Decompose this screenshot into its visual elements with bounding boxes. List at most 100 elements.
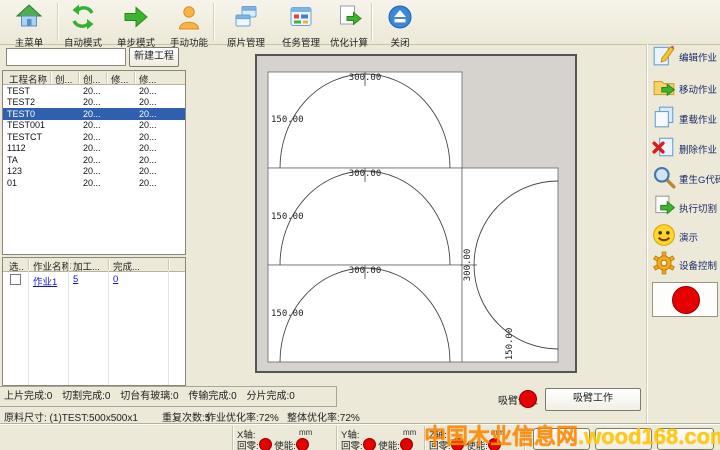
axis-enable-label: 使能:	[466, 441, 488, 450]
sheet-manage-button[interactable]: 原片管理	[218, 2, 274, 43]
dim-height-label: 150.00	[271, 212, 304, 222]
status-item: 分片完成:0	[247, 391, 295, 402]
dim-height-label: 150.00	[505, 328, 515, 361]
axis-unit-label: mm	[403, 428, 416, 437]
col-header: 创...	[55, 72, 72, 86]
project-name-input[interactable]	[6, 48, 126, 66]
project-row[interactable]: TEST00120...20...	[3, 120, 185, 132]
job-processed-link[interactable]: 5	[73, 274, 78, 285]
sidebar-label: 编辑作业	[679, 50, 717, 64]
col-header: 完成...	[113, 259, 140, 273]
dim-height-label: 150.00	[271, 115, 304, 125]
sidebar-label: 执行切割	[679, 201, 717, 215]
sidebar-label: 重生G代码	[679, 172, 720, 186]
eject-icon	[387, 4, 413, 30]
manual-function-button[interactable]: 手动功能	[161, 2, 217, 43]
windows-icon	[233, 4, 259, 30]
sidebar-delete-job-button[interactable]: 删除作业	[652, 133, 720, 163]
sidebar-label: 重载作业	[679, 112, 717, 126]
project-row[interactable]: 0120...20...	[3, 177, 185, 189]
grid-icon	[288, 4, 314, 30]
project-row[interactable]: TESTCT20...20...	[3, 131, 185, 143]
axis-home-label: 回零:	[341, 441, 363, 450]
document-arrow-icon	[652, 194, 676, 218]
y-home-indicator	[363, 438, 376, 450]
toolbar-label: 优化计算	[321, 35, 377, 49]
toolbar-label: 原片管理	[218, 35, 274, 49]
axis-home-label: 回零:	[237, 441, 259, 450]
sidebar-label: 移动作业	[679, 82, 717, 96]
optimize-calc-button[interactable]: 优化计算	[321, 2, 377, 43]
control-button-3[interactable]	[657, 428, 714, 450]
sidebar-label: 设备控制	[679, 258, 717, 272]
magnifier-icon	[652, 165, 676, 189]
job-name-link[interactable]: 作业1	[33, 274, 57, 288]
auto-mode-button[interactable]: 自动模式	[55, 2, 111, 43]
dim-height-label: 150.00	[271, 309, 304, 319]
main-toolbar: 主菜单 自动模式 单步模式 手动功能 原片管理	[0, 0, 720, 45]
copy-documents-icon	[652, 105, 676, 129]
sidebar-label: 演示	[679, 230, 698, 244]
z-axis-status: Z轴: mm 回零: 使能:	[429, 426, 525, 450]
project-row[interactable]: TA20...20...	[3, 154, 185, 166]
project-table: 工程名称 创... 创... 修... 修... TEST20...20... …	[2, 70, 186, 255]
col-header: 修...	[139, 72, 156, 86]
status-item: 切台有玻璃:0	[120, 391, 178, 402]
sidebar-demo-button[interactable]: 演示	[652, 221, 720, 251]
sidebar-edit-job-button[interactable]: 编辑作业	[652, 41, 720, 71]
step-mode-button[interactable]: 单步模式	[108, 2, 164, 43]
cutting-layout-canvas: 300.00 300.00 300.00 150.00 150.00 150.0…	[255, 54, 577, 373]
edit-pencil-icon	[652, 43, 676, 67]
axis-unit-label: mm	[299, 428, 312, 437]
repeat-count-label: 重复次数:5	[162, 409, 210, 424]
col-header: 创...	[83, 72, 100, 86]
folder-arrow-icon	[652, 75, 676, 99]
dim-width-label: 300.00	[463, 249, 473, 282]
axis-enable-label: 使能:	[378, 441, 400, 450]
main-menu-button[interactable]: 主菜单	[1, 2, 57, 43]
x-enable-indicator	[296, 438, 309, 450]
project-row[interactable]: 12320...20...	[3, 166, 185, 178]
control-button-1[interactable]	[533, 428, 590, 450]
job-checkbox[interactable]	[10, 274, 21, 285]
axis-unit-label: mm	[491, 428, 504, 437]
job-row: 作业1 5 0	[3, 273, 185, 286]
status-item: 上片完成:0	[4, 391, 52, 402]
gear-icon	[652, 251, 676, 275]
status-item: 传输完成:0	[188, 391, 236, 402]
sidebar-execute-cut-button[interactable]: 执行切割	[652, 192, 720, 222]
job-opt-rate-label: 作业优化率:72%	[206, 409, 279, 424]
step-mode-icon	[123, 4, 149, 30]
col-header: 修...	[111, 72, 128, 86]
machine-status-indicator	[672, 286, 700, 314]
x-home-indicator	[259, 438, 272, 450]
sidebar-regen-gcode-button[interactable]: 重生G代码	[652, 163, 720, 193]
new-project-button[interactable]: 新建工程	[129, 47, 179, 67]
sidebar-move-job-button[interactable]: 移动作业	[652, 73, 720, 103]
toolbar-label: 主菜单	[1, 35, 57, 49]
toolbar-label: 自动模式	[55, 35, 111, 49]
col-header: 选..	[9, 259, 24, 273]
sidebar-device-control-button[interactable]: 设备控制	[652, 249, 720, 279]
z-home-indicator	[451, 438, 464, 450]
project-row[interactable]: 111220...20...	[3, 143, 185, 155]
material-status-bar: 原料尺寸: (1)TEST:500x500x1 重复次数:5 作业优化率:72%…	[0, 406, 720, 424]
toolbar-label: 关闭	[372, 35, 428, 49]
sidebar-label: 删除作业	[679, 142, 717, 156]
auto-mode-icon	[70, 4, 96, 30]
control-button-2[interactable]	[595, 428, 652, 450]
project-row[interactable]: TEST20...20...	[3, 85, 185, 97]
job-done-link[interactable]: 0	[113, 274, 118, 285]
close-button[interactable]: 关闭	[372, 2, 428, 43]
project-row-selected[interactable]: TEST020...20...	[3, 108, 185, 120]
document-arrow-icon	[336, 4, 362, 30]
y-axis-status: Y轴: mm 回零: 使能:	[341, 426, 437, 450]
sidebar-reload-job-button[interactable]: 重载作业	[652, 103, 720, 133]
delete-x-icon	[652, 135, 676, 159]
col-header: 工程名称	[9, 72, 47, 86]
x-axis-status: X轴: mm 回零: 使能:	[237, 426, 333, 450]
project-row[interactable]: TEST220...20...	[3, 97, 185, 109]
y-enable-indicator	[400, 438, 413, 450]
total-opt-rate-label: 整体优化率:72%	[287, 409, 360, 424]
home-icon	[16, 4, 42, 30]
